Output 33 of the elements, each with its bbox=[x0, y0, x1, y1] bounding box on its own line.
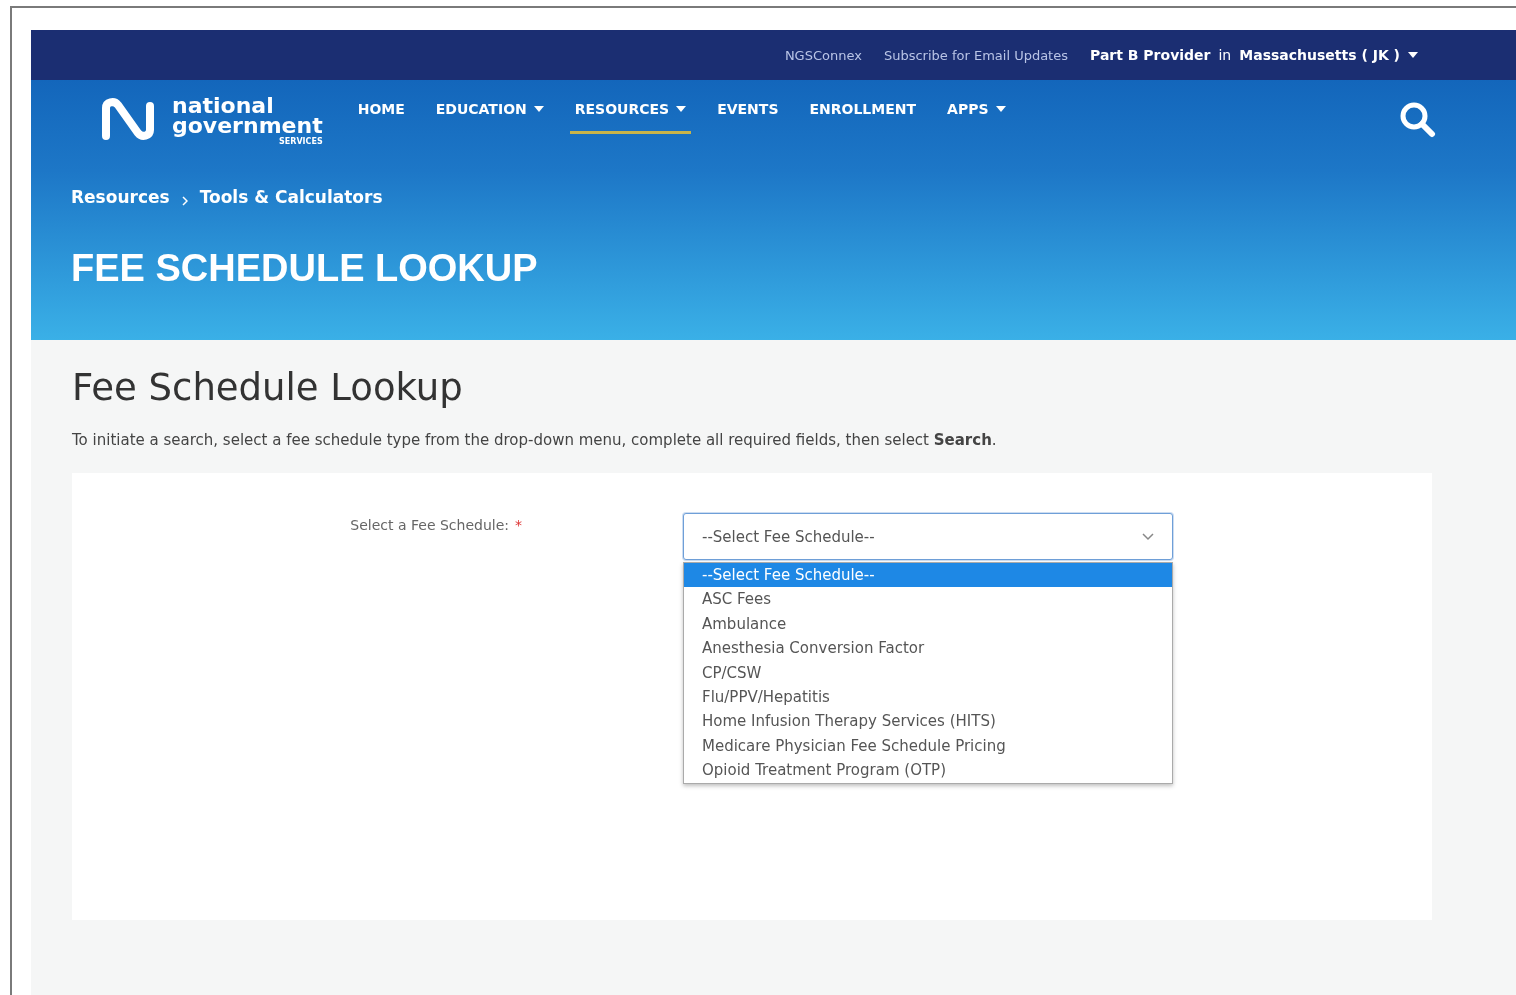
breadcrumb-link[interactable]: Resources bbox=[71, 187, 170, 207]
dropdown-option[interactable]: CP/CSW bbox=[684, 660, 1172, 685]
nav-item[interactable]: ENROLLMENT bbox=[804, 98, 922, 134]
instructions-text: To initiate a search, select a fee schedule type from the drop-down menu, complete all required fields, then select Search. bbox=[72, 431, 998, 449]
required-mark: * bbox=[515, 517, 522, 533]
nav-item[interactable]: APPS bbox=[942, 98, 1011, 134]
nav-item[interactable]: EDUCATION bbox=[430, 98, 549, 134]
top-link[interactable]: NGSConnex bbox=[784, 47, 862, 63]
logo-subtext: SERVICES bbox=[279, 137, 323, 145]
top-link[interactable]: Subscribe for Email Updates bbox=[883, 47, 1068, 63]
caret-icon bbox=[1408, 52, 1418, 58]
logo-text: government bbox=[172, 115, 323, 136]
page-heading: Fee Schedule Lookup bbox=[72, 366, 464, 409]
breadcrumb-link[interactable]: Tools & Calculators bbox=[199, 187, 383, 207]
dropdown-option[interactable]: Home Infusion Therapy Services (HITS) bbox=[684, 709, 1172, 734]
chevron-icon bbox=[181, 196, 188, 206]
dropdown-option[interactable]: ASC Fees bbox=[684, 587, 1172, 612]
dropdown-option[interactable]: Medicare Physician Fee Schedule Pricing bbox=[684, 733, 1172, 759]
hero-title: FEE SCHEDULE LOOKUP bbox=[71, 247, 539, 290]
dropdown-option[interactable]: Ambulance bbox=[684, 611, 1172, 637]
field-label: Select a Fee Schedule: bbox=[350, 517, 509, 533]
nav-item[interactable]: EVENTS bbox=[712, 98, 784, 134]
region-selector[interactable]: Part B Provider in Massachusetts ( JK ) bbox=[1090, 47, 1418, 63]
dropdown-option[interactable]: --Select Fee Schedule-- bbox=[684, 563, 1172, 588]
logo-text: national bbox=[172, 96, 275, 116]
fee-schedule-select[interactable]: --Select Fee Schedule-- bbox=[683, 513, 1173, 560]
dropdown-option[interactable]: Anesthesia Conversion Factor bbox=[684, 636, 1172, 661]
dropdown-option[interactable]: Flu/PPV/Hepatitis bbox=[684, 684, 1172, 710]
nav-item[interactable]: HOME bbox=[352, 98, 410, 134]
chevron-icon bbox=[1142, 532, 1154, 541]
search-icon[interactable] bbox=[1398, 100, 1436, 138]
nav-item[interactable]: RESOURCES bbox=[569, 98, 692, 134]
dropdown-option[interactable]: Opioid Treatment Program (OTP) bbox=[684, 758, 1172, 783]
